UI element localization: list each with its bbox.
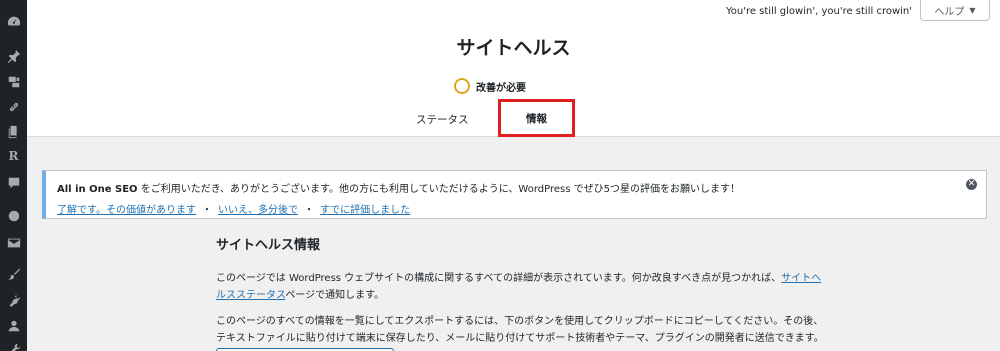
plugins-icon[interactable] [6, 292, 21, 307]
media-icon[interactable] [6, 74, 21, 89]
status-label: 改善が必要 [476, 82, 526, 94]
link-icon[interactable] [6, 99, 21, 114]
export-paragraph: このページのすべての情報を一覧にしてエクスポートするには、下のボタンを使用してク… [216, 316, 824, 344]
dashboard-icon[interactable] [6, 13, 21, 28]
notice-separator: ・ [202, 205, 212, 216]
notice-links: 了解です。その価値があります・いいえ、多分後で・すでに評価しました [57, 201, 410, 216]
notice-body: をご利用いただき、ありがとうございます。他の方にも利用していただけるように、Wo… [140, 184, 740, 195]
appearance-icon[interactable] [6, 266, 21, 281]
help-label: ヘルプ [934, 6, 965, 18]
health-status: 改善が必要 [454, 78, 526, 94]
rankmath-letter: R [8, 149, 19, 163]
review-notice: All in One SEO をご利用いただき、ありがとうございます。他の方にも… [42, 170, 987, 219]
notice-separator: ・ [304, 205, 314, 216]
pages-icon[interactable] [6, 124, 21, 139]
tab-status[interactable]: ステータス [416, 112, 469, 127]
intro-paragraph: このページでは WordPress ウェブサイトの構成に関するすべての詳細が表示… [216, 270, 826, 304]
circle-icon[interactable] [6, 208, 21, 223]
caret-down-icon: ▼ [969, 5, 976, 15]
comments-icon[interactable] [6, 175, 21, 190]
notice-link-already-rated[interactable]: すでに評価しました [320, 205, 410, 216]
intro-text: このページでは WordPress ウェブサイトの構成に関するすべての詳細が表示… [216, 273, 782, 284]
help-button[interactable]: ヘルプ ▼ [920, 0, 990, 21]
status-ring-icon [454, 78, 470, 94]
dismiss-icon[interactable]: ✕ [966, 179, 977, 190]
admin-sidebar: R [0, 0, 27, 351]
page-title: サイトヘルス [456, 37, 571, 59]
dolly-tagline: You're still glowin', you're still crowi… [725, 6, 912, 17]
pin-icon[interactable] [6, 48, 21, 63]
users-icon[interactable] [6, 318, 21, 333]
section-title: サイトヘルス情報 [216, 238, 321, 253]
rankmath-icon[interactable]: R [6, 149, 21, 164]
tab-info[interactable]: 情報 [498, 99, 575, 137]
mail-icon[interactable] [6, 235, 21, 250]
notice-link-later[interactable]: いいえ、多分後で [218, 205, 298, 216]
notice-message: All in One SEO をご利用いただき、ありがとうございます。他の方にも… [57, 180, 740, 195]
site-health-info-section: サイトヘルス情報 このページでは WordPress ウェブサイトの構成に関する… [216, 234, 826, 347]
intro-suffix: ページで通知します。 [285, 290, 385, 301]
tab-info-label: 情報 [526, 112, 547, 125]
notice-brand: All in One SEO [57, 184, 138, 195]
tools-icon[interactable] [6, 342, 21, 351]
notice-link-worth-it[interactable]: 了解です。その価値があります [57, 205, 196, 216]
